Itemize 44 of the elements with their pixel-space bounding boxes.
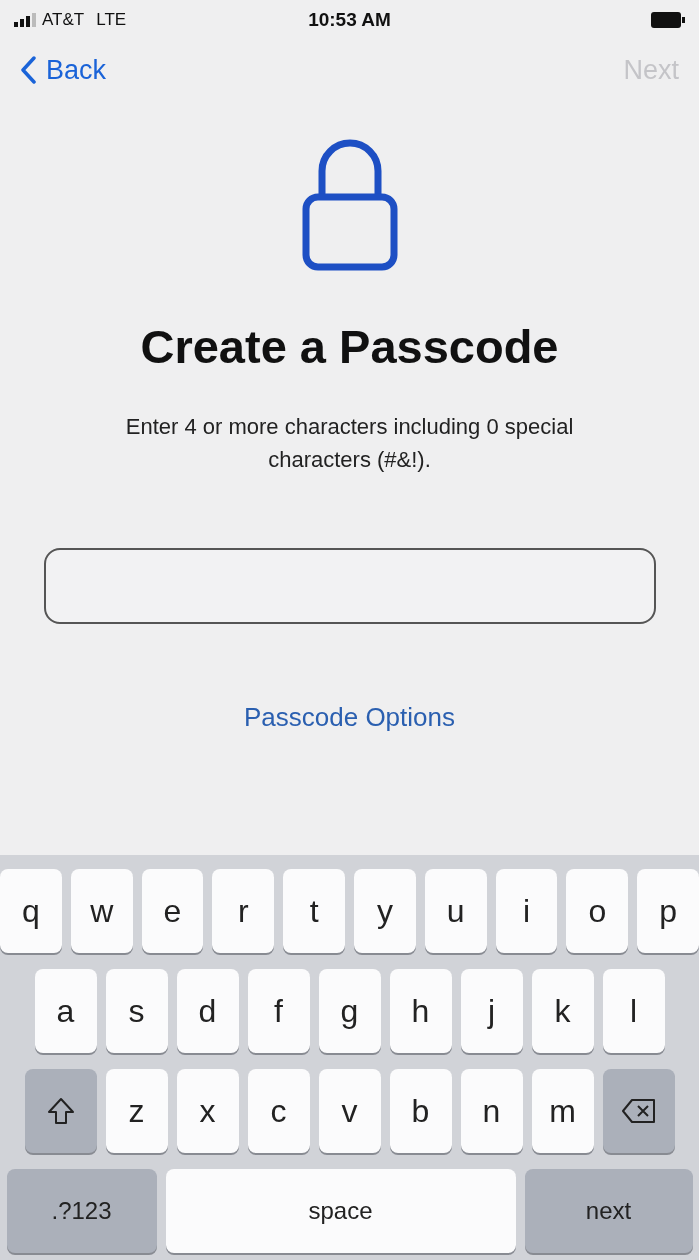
shift-key[interactable] bbox=[24, 1069, 97, 1153]
numbers-key[interactable]: .?123 bbox=[6, 1169, 157, 1253]
letter-key[interactable]: h bbox=[389, 969, 452, 1053]
instructions-text: Enter 4 or more characters including 0 special characters (#&!). bbox=[124, 413, 575, 474]
network-type: LTE bbox=[96, 10, 127, 30]
letter-key[interactable]: u bbox=[424, 869, 487, 953]
carrier-name: AT&T bbox=[42, 10, 85, 30]
letter-key[interactable]: r bbox=[212, 869, 275, 953]
letter-key[interactable]: e bbox=[141, 869, 204, 953]
letter-key[interactable]: x bbox=[176, 1069, 239, 1153]
letter-key[interactable]: o bbox=[566, 869, 629, 953]
letter-key[interactable]: n bbox=[460, 1069, 523, 1153]
letter-key[interactable]: y bbox=[354, 869, 416, 953]
letter-key[interactable]: s bbox=[105, 969, 168, 1053]
letter-key[interactable]: f bbox=[247, 969, 310, 1053]
battery-icon bbox=[651, 12, 685, 28]
letter-key[interactable]: d bbox=[176, 969, 239, 1053]
letter-key[interactable]: q bbox=[0, 869, 62, 953]
passcode-options-link[interactable]: Passcode Options bbox=[244, 702, 455, 733]
letter-key[interactable]: i bbox=[495, 869, 558, 953]
passcode-field[interactable] bbox=[43, 548, 656, 624]
next-key[interactable]: next bbox=[524, 1169, 693, 1253]
letter-key[interactable]: b bbox=[389, 1069, 452, 1153]
letter-key[interactable]: j bbox=[460, 969, 523, 1053]
delete-key[interactable] bbox=[602, 1069, 675, 1153]
letter-key[interactable]: z bbox=[105, 1069, 168, 1153]
space-key[interactable]: space bbox=[165, 1169, 516, 1253]
letter-key[interactable]: t bbox=[283, 869, 345, 953]
shift-icon bbox=[45, 1096, 76, 1126]
page-title: Create a Passcode bbox=[140, 319, 559, 374]
letter-key[interactable]: w bbox=[70, 869, 133, 953]
letter-key[interactable]: k bbox=[531, 969, 594, 1053]
status-time: 10:53 AM bbox=[308, 9, 391, 31]
letter-key[interactable]: a bbox=[34, 969, 97, 1053]
backspace-icon bbox=[620, 1098, 657, 1124]
signal-icon bbox=[14, 13, 36, 27]
letter-key[interactable]: l bbox=[602, 969, 665, 1053]
letter-key[interactable]: p bbox=[637, 869, 699, 953]
back-button[interactable]: Back bbox=[20, 54, 107, 86]
letter-key[interactable]: m bbox=[531, 1069, 594, 1153]
chevron-left-icon bbox=[20, 56, 36, 84]
letter-key[interactable]: g bbox=[318, 969, 381, 1053]
letter-key[interactable]: c bbox=[247, 1069, 310, 1153]
letter-key[interactable]: v bbox=[318, 1069, 381, 1153]
